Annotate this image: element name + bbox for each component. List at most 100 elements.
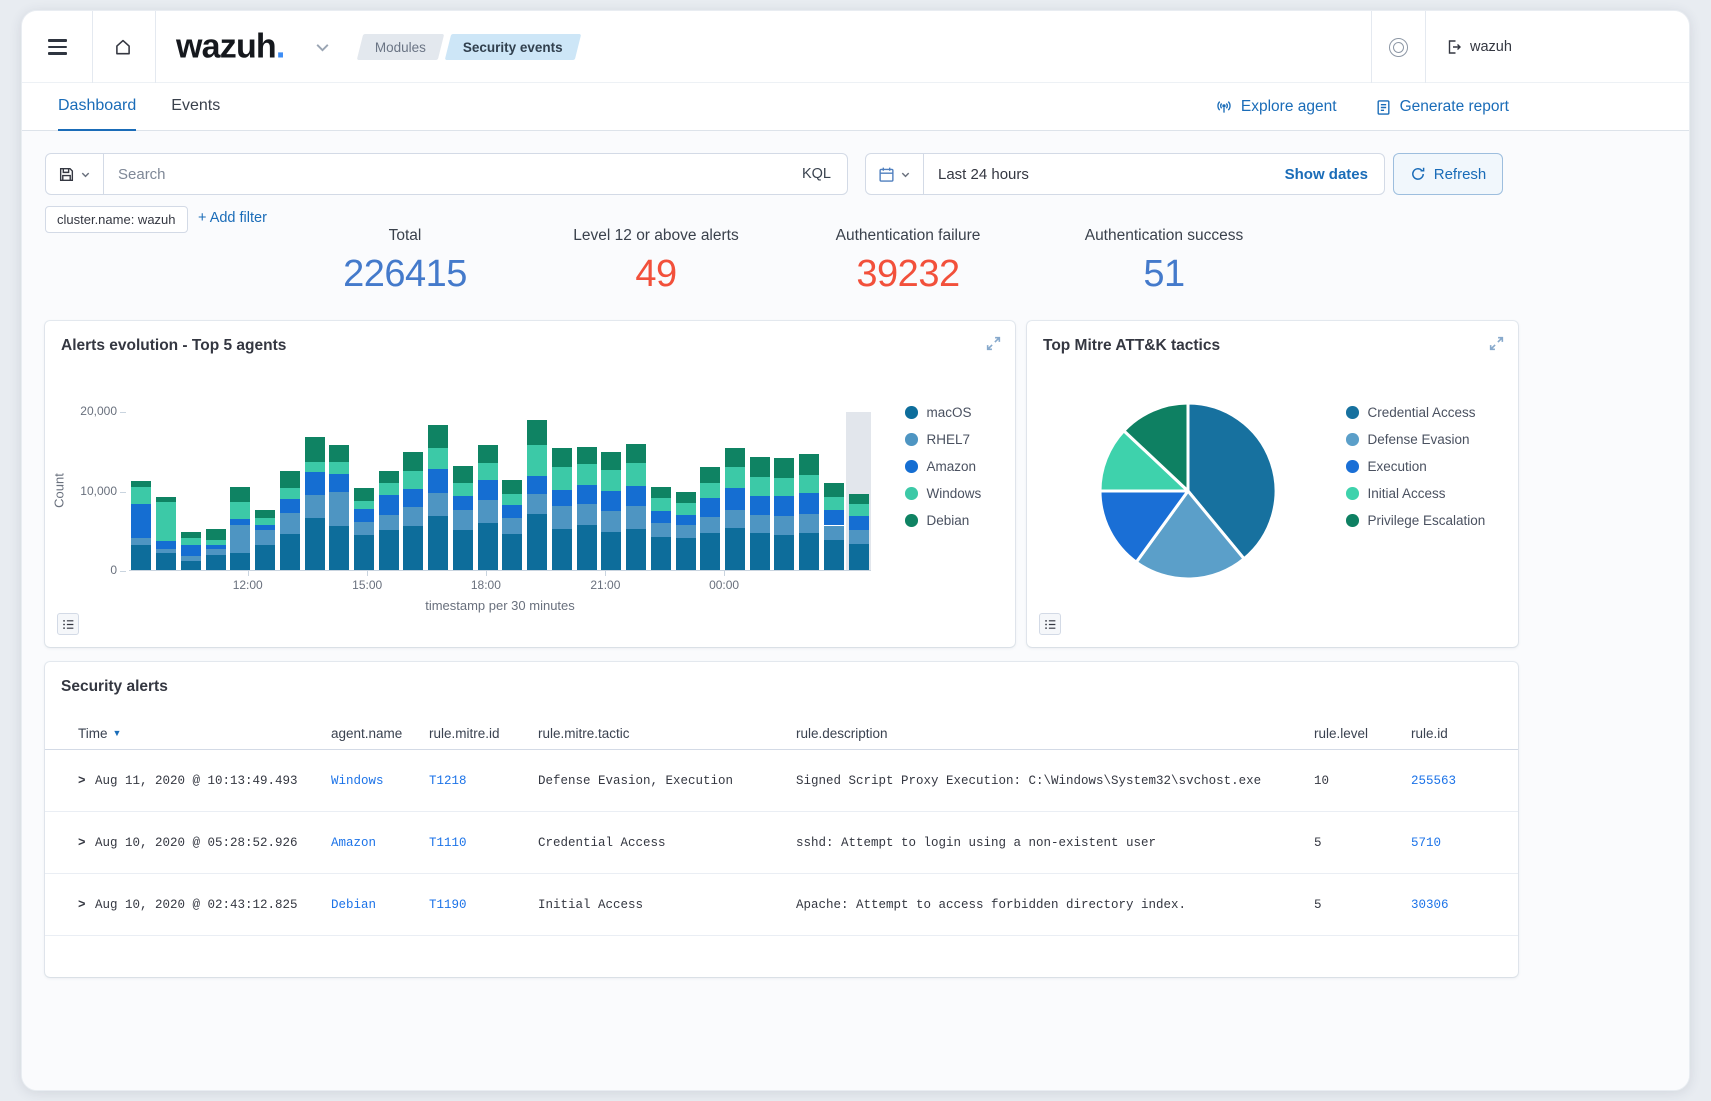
bar-segment-amazon: [502, 505, 522, 518]
bar-segment-rhel7: [577, 504, 597, 525]
bar-1[interactable]: [156, 412, 176, 570]
table-row[interactable]: >Aug 11, 2020 @ 10:13:49.493WindowsT1218…: [45, 750, 1518, 812]
bar-4[interactable]: [230, 412, 250, 570]
cell-agent-name-link[interactable]: Debian: [331, 874, 376, 935]
column-header-rule-mitre-id[interactable]: rule.mitre.id: [429, 717, 500, 749]
x-axis-tickmark: [605, 571, 606, 576]
filter-pill-cluster-name[interactable]: cluster.name: wazuh: [45, 206, 188, 233]
add-filter-button[interactable]: + Add filter: [198, 210, 267, 226]
bar-24[interactable]: [725, 412, 745, 570]
bar-19[interactable]: [601, 412, 621, 570]
bar-5[interactable]: [255, 412, 275, 570]
legend-item-credential-access[interactable]: Credential Access: [1346, 399, 1485, 426]
bar-23[interactable]: [700, 412, 720, 570]
tab-events[interactable]: Events: [171, 83, 220, 131]
logout-button[interactable]: wazuh: [1446, 33, 1512, 61]
bar-16[interactable]: [527, 412, 547, 570]
legend-item-debian[interactable]: Debian: [905, 507, 981, 534]
space-selector-button[interactable]: [1383, 32, 1413, 62]
bar-11[interactable]: [403, 412, 423, 570]
bar-29[interactable]: [849, 412, 869, 570]
date-range-value[interactable]: Last 24 hours: [938, 166, 1029, 183]
column-header-rule-description[interactable]: rule.description: [796, 717, 888, 749]
kql-language-button[interactable]: KQL: [786, 154, 847, 194]
bar-7[interactable]: [305, 412, 325, 570]
expand-panel-button[interactable]: [1486, 333, 1506, 353]
header-divider: [1371, 11, 1372, 83]
bar-0[interactable]: [131, 412, 151, 570]
bar-segment-amazon: [725, 488, 745, 509]
bar-22[interactable]: [676, 412, 696, 570]
table-row[interactable]: >Aug 10, 2020 @ 02:43:12.825DebianT1190I…: [45, 874, 1518, 936]
legend-item-privilege-escalation[interactable]: Privilege Escalation: [1346, 507, 1485, 534]
app-switcher-button[interactable]: [314, 39, 331, 59]
bar-8[interactable]: [329, 412, 349, 570]
cell-rule-mitre-id-link[interactable]: T1190: [429, 874, 467, 935]
mitre-tactics-panel: Top Mitre ATT&K tactics Credential Acces…: [1027, 321, 1518, 647]
cell-rule-id-link[interactable]: 255563: [1411, 750, 1456, 811]
bar-21[interactable]: [651, 412, 671, 570]
bar-13[interactable]: [453, 412, 473, 570]
bar-segment-amazon: [280, 499, 300, 513]
table-row[interactable]: >Aug 10, 2020 @ 05:28:52.926AmazonT1110C…: [45, 812, 1518, 874]
bar-14[interactable]: [478, 412, 498, 570]
bar-6[interactable]: [280, 412, 300, 570]
bar-25[interactable]: [750, 412, 770, 570]
legend-item-windows[interactable]: Windows: [905, 480, 981, 507]
legend-item-rhel7[interactable]: RHEL7: [905, 426, 981, 453]
bar-3[interactable]: [206, 412, 226, 570]
bar-2[interactable]: [181, 412, 201, 570]
legend-item-defense-evasion[interactable]: Defense Evasion: [1346, 426, 1485, 453]
tab-dashboard[interactable]: Dashboard: [58, 83, 136, 131]
bar-10[interactable]: [379, 412, 399, 570]
expand-panel-button[interactable]: [983, 333, 1003, 353]
legend-item-execution[interactable]: Execution: [1346, 453, 1485, 480]
cell-rule-mitre-id-link[interactable]: T1218: [429, 750, 467, 811]
bar-26[interactable]: [774, 412, 794, 570]
cell-rule-id-link[interactable]: 30306: [1411, 874, 1449, 935]
bar-17[interactable]: [552, 412, 572, 570]
bar-15[interactable]: [502, 412, 522, 570]
bar-18[interactable]: [577, 412, 597, 570]
date-quick-menu-button[interactable]: [866, 154, 924, 194]
bar-20[interactable]: [626, 412, 646, 570]
home-button[interactable]: [108, 32, 138, 62]
row-expand-icon[interactable]: >: [78, 812, 86, 873]
row-expand-icon[interactable]: >: [78, 874, 86, 935]
bar-27[interactable]: [799, 412, 819, 570]
show-dates-button[interactable]: Show dates: [1285, 166, 1368, 183]
bar-segment-rhel7: [206, 549, 226, 555]
search-input[interactable]: [104, 166, 786, 183]
cell-rule-mitre-id-link[interactable]: T1110: [429, 812, 467, 873]
legend-item-initial-access[interactable]: Initial Access: [1346, 480, 1485, 507]
saved-query-menu-button[interactable]: [46, 154, 104, 194]
bar-9[interactable]: [354, 412, 374, 570]
breadcrumb-modules[interactable]: Modules: [357, 34, 445, 60]
panel-inspect-button[interactable]: [57, 613, 79, 635]
explore-agent-button[interactable]: Explore agent: [1215, 98, 1337, 116]
top-header-bar: wazuh. ModulesSecurity events wazuh: [22, 11, 1689, 83]
cell-agent-name-link[interactable]: Amazon: [331, 812, 376, 873]
refresh-button[interactable]: Refresh: [1393, 153, 1503, 195]
chevron-down-icon: [80, 169, 91, 180]
bar-12[interactable]: [428, 412, 448, 570]
column-header-agent-name[interactable]: agent.name: [331, 717, 402, 749]
menu-hamburger-button[interactable]: [42, 32, 72, 62]
column-header-rule-mitre-tactic[interactable]: rule.mitre.tactic: [538, 717, 630, 749]
column-header-rule-id[interactable]: rule.id: [1411, 717, 1448, 749]
breadcrumb-security-events[interactable]: Security events: [445, 34, 581, 60]
bar-segment-rhel7: [676, 525, 696, 538]
column-header-time[interactable]: Time▼: [78, 717, 121, 749]
legend-item-macos[interactable]: macOS: [905, 399, 981, 426]
legend-item-amazon[interactable]: Amazon: [905, 453, 981, 480]
bar-segment-rhel7: [651, 523, 671, 537]
panel-inspect-button[interactable]: [1039, 613, 1061, 635]
column-header-rule-level[interactable]: rule.level: [1314, 717, 1368, 749]
bar-28[interactable]: [824, 412, 844, 570]
bar-segment-windows: [206, 540, 226, 545]
generate-report-button[interactable]: Generate report: [1375, 98, 1509, 116]
cell-agent-name-link[interactable]: Windows: [331, 750, 384, 811]
row-expand-icon[interactable]: >: [78, 750, 86, 811]
search-bar: KQL: [45, 153, 848, 195]
cell-rule-id-link[interactable]: 5710: [1411, 812, 1441, 873]
